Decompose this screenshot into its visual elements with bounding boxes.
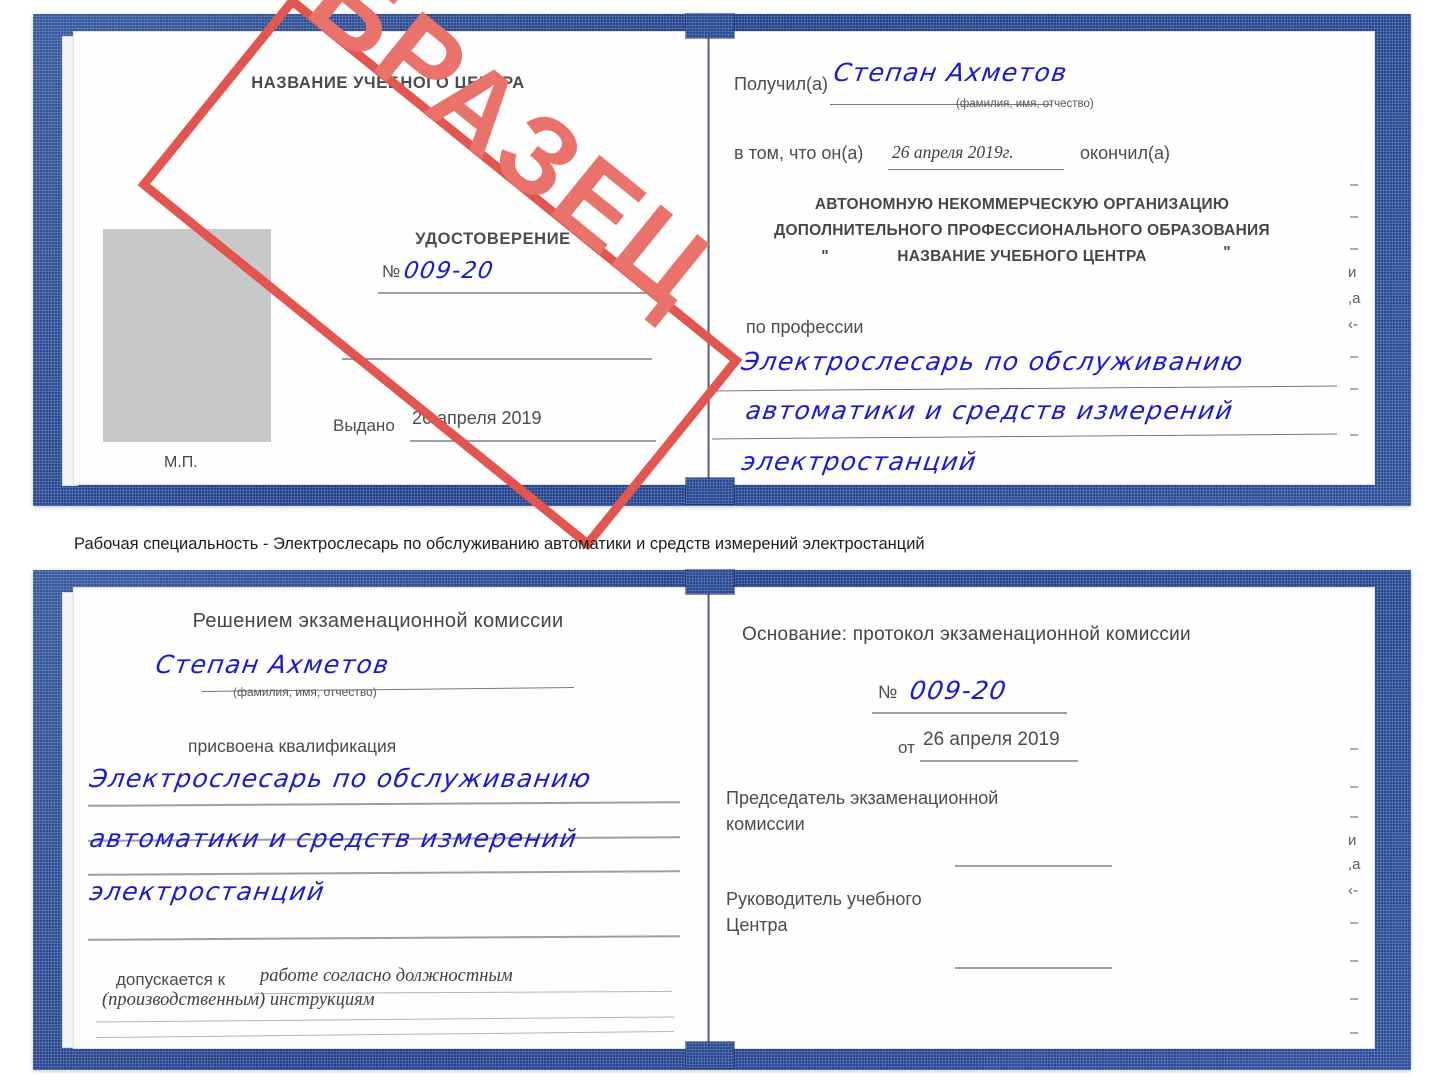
- certificate-bottom-binding-tab-upper: [686, 570, 734, 594]
- profession-line-2: автоматики и средств измерений: [743, 396, 1236, 425]
- protocol-date-label: от: [898, 738, 915, 757]
- certificate-top-binding-tab-upper: [686, 14, 734, 38]
- seal-place-label: М.П.: [164, 454, 198, 471]
- certificate-bottom-binding: [707, 588, 710, 1048]
- certificate-bottom-binding-tab-lower: [686, 1042, 734, 1068]
- protocol-number-label: №: [878, 682, 898, 702]
- org-line-3: НАЗВАНИЕ УЧЕБНОГО ЦЕНТРА: [897, 248, 1147, 265]
- issued-value: 26 апреля 2019: [412, 408, 542, 428]
- allowed-rule-2: [96, 1016, 674, 1023]
- bleed-mark: и: [1348, 264, 1357, 281]
- bleed-mark: –: [1350, 348, 1359, 365]
- allowed-label: допускается к: [116, 970, 226, 989]
- bleed-mark: ‹-: [1348, 882, 1358, 899]
- allowed-value-line-2: (производственным) инструкциям: [102, 990, 375, 1010]
- number-rule: [378, 292, 650, 294]
- qualification-line-3: электростанций: [87, 877, 328, 906]
- profession-line-1: Электрослесарь по обслуживанию: [739, 347, 1246, 376]
- caption-text: Рабочая специальность - Электрослесарь п…: [74, 535, 925, 553]
- certificate-top-binding: [707, 32, 710, 484]
- fio-hint: (фамилия, имя, отчество): [956, 98, 1094, 110]
- number-label: №: [382, 262, 401, 281]
- bleed-mark: –: [1350, 176, 1359, 193]
- profession-label: по профессии: [746, 317, 864, 337]
- bleed-mark: –: [1350, 240, 1359, 257]
- fio-hint: (фамилия, имя, отчество): [233, 685, 377, 699]
- protocol-date-value: 26 апреля 2019: [923, 729, 1060, 750]
- issued-rule: [410, 440, 656, 442]
- qualification-rule-3: [88, 870, 680, 876]
- certificate-top-binding-tab-lower: [686, 478, 734, 504]
- bleed-mark: –: [1350, 808, 1359, 825]
- chairman-label-line-1: Председатель экзаменационной: [726, 788, 999, 808]
- bleed-mark: –: [1350, 990, 1359, 1007]
- bleed-mark: –: [1350, 380, 1359, 397]
- certificate-top-right-page: Получил(а) Степан Ахметов (фамилия, имя,…: [712, 36, 1374, 480]
- allowed-value-line-1: работе согласно должностным: [260, 966, 513, 986]
- finished-label: окончил(а): [1080, 143, 1170, 163]
- bleed-mark: –: [1350, 1024, 1359, 1041]
- commission-decision-title: Решением экзаменационной комиссии: [192, 610, 564, 632]
- allowed-rule-3: [96, 1030, 674, 1039]
- org-line-2: ДОПОЛНИТЕЛЬНОГО ПРОФЕССИОНАЛЬНОГО ОБРАЗО…: [774, 222, 1270, 239]
- issued-label: Выдано: [333, 416, 395, 435]
- bleed-mark: –: [1350, 208, 1359, 225]
- qualification-line-2: автоматики и средств измерений: [87, 824, 580, 853]
- profession-line-3: электростанций: [739, 447, 980, 476]
- bleed-mark: –: [1350, 952, 1359, 969]
- certificate-bottom-right-page: Основание: протокол экзаменационной коми…: [712, 592, 1374, 1044]
- head-signature-rule: [955, 967, 1112, 969]
- chairman-label-line-2: комиссии: [726, 814, 805, 834]
- protocol-date-rule: [920, 760, 1078, 762]
- blank-rule-middle: [342, 358, 652, 360]
- document-type-title: УДОСТОВЕРЕНИЕ: [415, 230, 571, 248]
- head-label-line-1: Руководитель учебного: [726, 889, 922, 909]
- qualification-label: присвоена квалификация: [188, 736, 397, 756]
- bleed-mark: ,а: [1348, 856, 1361, 873]
- certificate-bottom-left-page: Решением экзаменационной комиссии Степан…: [78, 592, 704, 1044]
- training-center-title: НАЗВАНИЕ УЧЕБНОГО ЦЕНТРА: [251, 74, 525, 92]
- chairman-signature-rule: [955, 865, 1112, 867]
- org-line-1: АВТОНОМНУЮ НЕКОММЕРЧЕСКУЮ ОРГАНИЗАЦИЮ: [814, 196, 1230, 213]
- received-name-value: Степан Ахметов: [831, 58, 1070, 87]
- bleed-mark: –: [1350, 740, 1359, 757]
- received-label: Получил(а): [734, 74, 828, 94]
- profession-rule-1: [712, 385, 1337, 392]
- bleed-mark: и: [1348, 832, 1357, 849]
- bleed-mark: ,а: [1348, 290, 1361, 307]
- profession-rule-2: [712, 433, 1337, 440]
- bleed-mark: ‹-: [1348, 316, 1358, 333]
- basis-label: Основание: протокол экзаменационной коми…: [742, 624, 1191, 645]
- protocol-number-value: 009-20: [907, 676, 1010, 705]
- certificate-top-left-page: НАЗВАНИЕ УЧЕБНОГО ЦЕНТРА М.П. УДОСТОВЕРЕ…: [78, 36, 704, 480]
- number-value: 009-20: [401, 258, 496, 284]
- photo-placeholder: [103, 229, 271, 442]
- bleed-mark: –: [1350, 426, 1359, 443]
- student-name-value: Степан Ахметов: [153, 650, 392, 679]
- bleed-mark: –: [1350, 778, 1359, 795]
- finish-date-rule: [888, 169, 1064, 171]
- qualification-rule-4: [88, 935, 680, 941]
- org-quote-close: ": [1223, 244, 1231, 261]
- that-he-label: в том, что он(а): [734, 143, 864, 163]
- qualification-rule-1: [88, 801, 680, 807]
- finish-date-value: 26 апреля 2019г.: [892, 142, 1014, 162]
- head-label-line-2: Центра: [726, 915, 788, 935]
- bleed-mark: –: [1350, 914, 1359, 931]
- qualification-line-1: Электрослесарь по обслуживанию: [87, 764, 594, 793]
- protocol-number-rule: [872, 712, 1067, 714]
